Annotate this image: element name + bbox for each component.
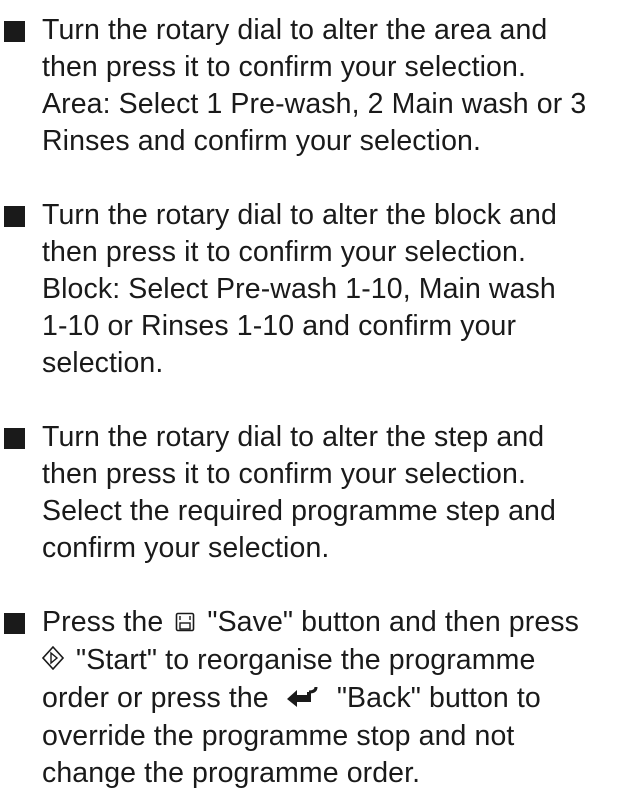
text-line: Rinses and confirm your selection. — [42, 125, 482, 157]
instruction-list: Turn the rotary dial to alter the area a… — [0, 0, 640, 792]
text-line: confirm your selection. — [42, 532, 330, 564]
step-block: Turn the rotary dial to alter the block … — [0, 197, 640, 382]
start-icon — [41, 643, 65, 680]
text-line: override the programme stop and not — [42, 719, 515, 752]
step-programme-step: Turn the rotary dial to alter the step a… — [0, 419, 640, 567]
text-fragment: "Save" button and then press — [207, 606, 579, 638]
text-line: "Start" to reorganise the programme — [41, 642, 640, 680]
text-line: Area: Select 1 Pre-wash, 2 Main wash or … — [42, 88, 587, 120]
step-save-start-back: Press the "Save" button and then press "… — [0, 604, 640, 792]
text-line: change the programme order. — [42, 756, 421, 789]
text-line: order or press the "Back" button to — [42, 680, 640, 718]
bullet-square — [4, 21, 25, 42]
text-line: then press it to confirm your selection. — [42, 236, 526, 268]
text-line: Press the "Save" button and then press — [42, 604, 640, 642]
text-fragment: "Back" button to — [336, 681, 541, 714]
text-line: Turn the rotary dial to alter the area a… — [42, 14, 548, 46]
text-line: Block: Select Pre-wash 1-10, Main wash — [42, 273, 556, 305]
text-line: then press it to confirm your selection. — [42, 458, 526, 490]
text-line: then press it to confirm your selection. — [42, 51, 526, 83]
back-arrow-icon — [285, 681, 321, 718]
text-fragment: order or press the — [42, 681, 269, 714]
bullet-square — [4, 613, 25, 634]
text-line: Select the required programme step and — [42, 495, 556, 527]
text-fragment: "Start" to reorganise the programme — [76, 643, 536, 676]
text-line: Turn the rotary dial to alter the block … — [42, 199, 557, 231]
bullet-square — [4, 428, 25, 449]
save-icon — [175, 605, 195, 642]
step-area: Turn the rotary dial to alter the area a… — [0, 12, 640, 160]
text-line: selection. — [42, 347, 164, 379]
text-line: Turn the rotary dial to alter the step a… — [42, 421, 545, 453]
bullet-square — [4, 206, 25, 227]
text-line: 1-10 or Rinses 1-10 and confirm your — [42, 310, 517, 342]
text-fragment: Press the — [42, 606, 164, 638]
